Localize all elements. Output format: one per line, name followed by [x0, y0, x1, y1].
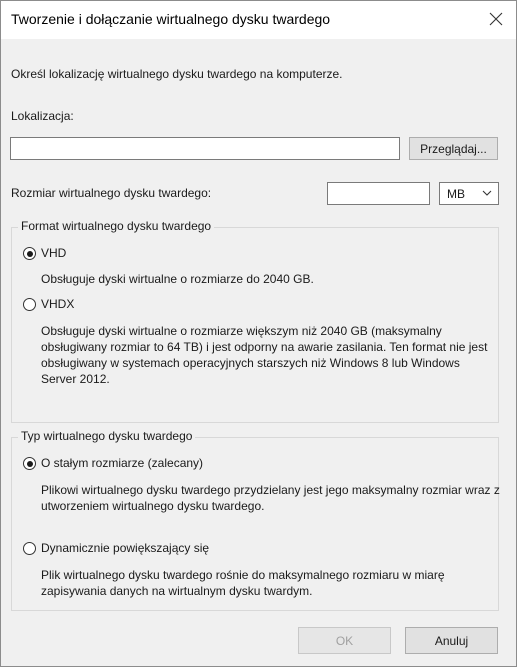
fixed-size-radio[interactable]: [23, 457, 36, 470]
size-label: Rozmiar wirtualnego dysku twardego:: [11, 186, 212, 200]
format-group-legend: Format wirtualnego dysku twardego: [18, 219, 215, 233]
vhdx-label[interactable]: VHDX: [41, 297, 74, 311]
chevron-down-icon: [482, 190, 492, 196]
dialog-window: Tworzenie i dołączanie wirtualnego dysku…: [0, 0, 517, 667]
dynamic-radio[interactable]: [23, 542, 36, 555]
intro-text: Określ lokalizację wirtualnego dysku twa…: [11, 67, 343, 81]
fixed-size-description: Plikowi wirtualnego dysku twardego przyd…: [41, 483, 500, 513]
vhdx-radio[interactable]: [23, 298, 36, 311]
title-bar: Tworzenie i dołączanie wirtualnego dysku…: [1, 1, 516, 39]
location-input[interactable]: [10, 137, 400, 160]
browse-button[interactable]: Przeglądaj...: [409, 137, 498, 160]
close-icon: [489, 12, 503, 26]
type-group-legend: Typ wirtualnego dysku twardego: [18, 429, 196, 443]
ok-button[interactable]: OK: [298, 627, 391, 654]
size-input[interactable]: [327, 182, 430, 205]
vhd-radio[interactable]: [23, 247, 36, 260]
size-unit-value: MB: [447, 187, 465, 201]
vhdx-description: Obsługuje dyski wirtualne o rozmiarze wi…: [41, 324, 488, 386]
cancel-button[interactable]: Anuluj: [405, 627, 498, 654]
dynamic-label[interactable]: Dynamicznie powiększający się: [41, 541, 209, 555]
dynamic-description: Plik wirtualnego dysku twardego rośnie d…: [41, 568, 445, 598]
fixed-size-label[interactable]: O stałym rozmiarze (zalecany): [41, 456, 203, 470]
dialog-title: Tworzenie i dołączanie wirtualnego dysku…: [11, 11, 331, 27]
vhd-label[interactable]: VHD: [41, 246, 66, 260]
close-button[interactable]: [482, 5, 510, 33]
vhd-description: Obsługuje dyski wirtualne o rozmiarze do…: [41, 272, 314, 286]
size-unit-select[interactable]: MB: [439, 182, 499, 205]
location-label: Lokalizacja:: [11, 109, 74, 123]
